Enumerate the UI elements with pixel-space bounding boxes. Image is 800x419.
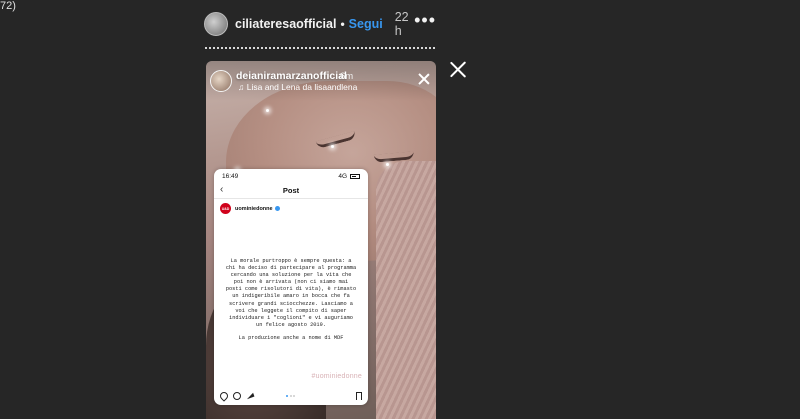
comment-icon	[233, 392, 241, 400]
status-indicators: 4G	[338, 173, 360, 180]
post-text: La morale purtroppo è sempre questa: a c…	[214, 218, 368, 342]
story-frame[interactable]: deianiramarzanofficial 6m ♫ Lisa and Len…	[206, 61, 436, 419]
close-icon[interactable]	[449, 60, 467, 78]
story-music-label[interactable]: ♫ Lisa and Lena da lisaandlena	[238, 82, 357, 92]
corner-label: 72)	[0, 0, 16, 12]
sparkle-effect	[331, 145, 334, 148]
author-logo: U&D	[220, 203, 231, 214]
story-username[interactable]: deianiramarzanofficial	[236, 70, 347, 82]
username-link[interactable]: ciliateresaofficial	[235, 17, 336, 31]
heart-icon	[218, 390, 230, 402]
phone-status-bar: 16:49 4G	[214, 169, 368, 183]
story-close-icon[interactable]	[418, 73, 430, 85]
follow-button[interactable]: Segui	[349, 17, 383, 31]
carousel-dot	[289, 395, 292, 397]
post-time: 22 h	[394, 10, 409, 38]
story-time: 6m	[340, 71, 354, 82]
carousel-dot	[293, 395, 295, 397]
carousel-dot	[286, 395, 288, 397]
story-progress-bar	[205, 47, 435, 49]
post-signature: La produzione anche a nome di MDF	[238, 334, 344, 341]
status-time: 16:49	[222, 172, 239, 180]
battery-icon	[350, 173, 360, 179]
story-photo-towel	[376, 161, 436, 419]
story-avatar[interactable]	[210, 70, 232, 92]
verified-icon	[274, 206, 280, 211]
carousel-dots	[286, 395, 295, 397]
sparkle-effect	[266, 109, 269, 112]
avatar[interactable]	[204, 12, 228, 36]
network-label: 4G	[338, 172, 347, 180]
back-icon: ‹	[220, 184, 224, 195]
post-author: uominiedonne	[235, 205, 273, 212]
separator-dot: •	[340, 17, 345, 31]
post-nav-title: Post	[282, 186, 300, 195]
post-body-text: La morale purtroppo è sempre questa: a c…	[225, 258, 357, 328]
post-author-row: U&D uominiedonne	[214, 199, 368, 218]
share-icon	[245, 392, 255, 400]
post-nav-bar: ‹ Post	[214, 183, 368, 199]
post-hashtag: #uominiedonne	[311, 373, 362, 380]
story-viewer-header: ciliateresaofficial • Segui 22 h •••	[204, 10, 436, 38]
bookmark-icon	[356, 392, 362, 400]
more-options-icon[interactable]: •••	[414, 10, 436, 31]
sparkle-effect	[386, 163, 389, 166]
embedded-post-screenshot: 16:49 4G ‹ Post U&D uominiedonne La mora…	[214, 169, 368, 405]
